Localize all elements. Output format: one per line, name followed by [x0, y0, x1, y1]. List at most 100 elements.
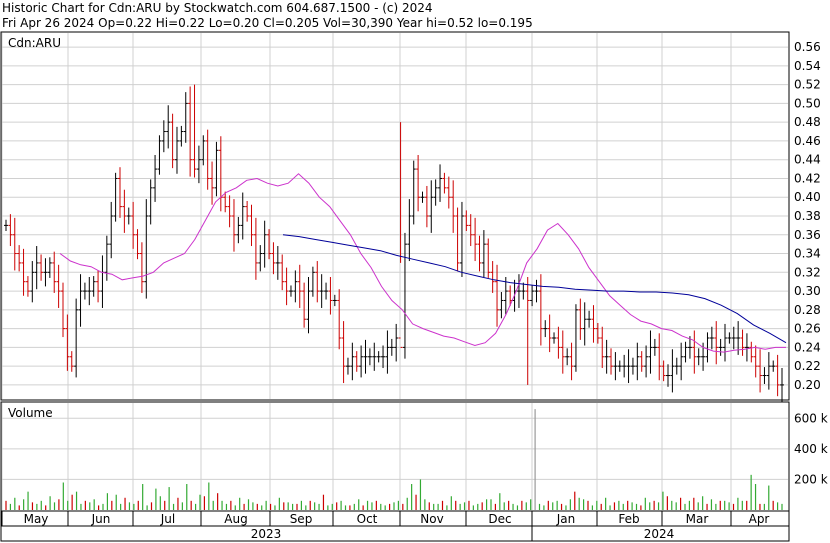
price-bar	[424, 185, 429, 228]
price-bar	[192, 84, 197, 178]
year-label: 2023	[251, 527, 282, 541]
volume-label: Volume	[8, 406, 53, 420]
price-bar	[468, 214, 473, 247]
price-tick-label: 0.52	[794, 78, 821, 92]
price-bar	[595, 322, 600, 344]
price-bar	[34, 246, 39, 290]
symbol-label: Cdn:ARU	[8, 36, 61, 50]
price-bar	[258, 245, 263, 272]
price-bar	[499, 292, 504, 319]
price-bar	[25, 276, 30, 297]
price-tick-label: 0.56	[794, 40, 821, 54]
price-bar	[126, 207, 131, 225]
price-bar	[359, 345, 364, 378]
price-bar	[674, 357, 679, 375]
price-bar	[464, 210, 469, 232]
price-bar	[780, 368, 784, 402]
price-bar	[587, 310, 592, 328]
price-bar	[696, 348, 701, 366]
price-bar	[319, 274, 324, 308]
price-bar	[350, 342, 355, 381]
price-bar	[560, 330, 565, 374]
price-bar	[139, 242, 144, 293]
price-bar	[148, 179, 153, 225]
price-bar	[293, 270, 298, 303]
price-bar	[771, 360, 776, 372]
price-bar	[297, 264, 302, 308]
price-bar	[679, 342, 684, 381]
price-bar	[749, 341, 754, 363]
price-tick-label: 0.40	[794, 190, 821, 204]
price-bar	[275, 246, 280, 280]
price-bar	[43, 258, 48, 287]
price-tick-label: 0.24	[794, 340, 821, 354]
price-tick-label: 0.50	[794, 96, 821, 110]
price-bar	[582, 302, 587, 346]
x-axis: May Jun Jul Aug Sep Oct Nov Dec Jan Feb Mar Apr 202…	[0, 510, 790, 542]
price-bar	[411, 160, 416, 225]
price-bar	[573, 304, 578, 372]
month-label: Sep	[290, 512, 313, 526]
price-bar	[4, 219, 8, 232]
price-bar	[214, 141, 219, 197]
price-bar	[530, 285, 535, 307]
header-title: Historic Chart for Cdn:ARU by Stockwatch…	[2, 1, 433, 15]
volume-tick-label: 400 k	[794, 442, 828, 456]
price-bar	[82, 282, 87, 300]
price-bar	[714, 321, 719, 365]
price-bar	[525, 277, 530, 385]
price-bar	[39, 254, 44, 281]
price-bar	[644, 345, 649, 378]
month-label: Feb	[618, 512, 639, 526]
price-bar	[473, 217, 478, 262]
price-bar	[122, 189, 127, 233]
price-bar	[578, 298, 583, 340]
price-bar	[47, 257, 52, 278]
price-bar	[709, 326, 714, 350]
header-quote-line: Fri Apr 26 2024 Op=0.22 Hi=0.22 Lo=0.20 …	[2, 16, 533, 30]
price-bar	[385, 330, 390, 374]
price-bar	[236, 216, 241, 244]
price-bar	[17, 245, 22, 272]
price-bar	[521, 282, 526, 300]
price-bar	[166, 105, 171, 149]
price-bar	[328, 277, 333, 315]
price-tick-label: 0.30	[794, 284, 821, 298]
price-bar	[543, 320, 548, 338]
price-bar	[310, 266, 315, 297]
price-bar	[196, 145, 201, 184]
price-tick-label: 0.42	[794, 171, 821, 185]
price-bar	[459, 201, 464, 277]
price-bar	[692, 330, 697, 374]
price-bar	[740, 329, 745, 356]
price-bar	[69, 351, 74, 372]
price-tick-label: 0.48	[794, 115, 821, 129]
price-bar	[438, 164, 443, 202]
price-bar	[337, 289, 342, 350]
price-tick-label: 0.36	[794, 228, 821, 242]
price-bar	[766, 352, 771, 390]
price-bar	[556, 326, 561, 359]
price-bar	[639, 351, 644, 372]
price-bar	[442, 172, 447, 194]
price-bar	[626, 349, 631, 384]
price-bar	[288, 285, 293, 297]
price-tick-label: 0.26	[794, 322, 821, 336]
price-tick-label: 0.32	[794, 265, 821, 279]
price-bar	[345, 357, 350, 375]
price-bar	[718, 338, 723, 356]
price-bar	[87, 277, 92, 306]
price-bar	[569, 342, 574, 381]
price-bar	[315, 261, 320, 303]
month-label: Aug	[224, 512, 247, 526]
price-bar	[218, 136, 223, 212]
price-bar	[74, 298, 79, 378]
price-bar	[12, 217, 17, 271]
price-bar	[161, 120, 166, 153]
price-bar	[65, 314, 70, 371]
price-bar	[131, 201, 136, 249]
price-bar	[547, 314, 552, 353]
price-bar	[503, 277, 508, 315]
long-moving-average-line	[282, 234, 787, 344]
price-bar	[451, 180, 456, 233]
